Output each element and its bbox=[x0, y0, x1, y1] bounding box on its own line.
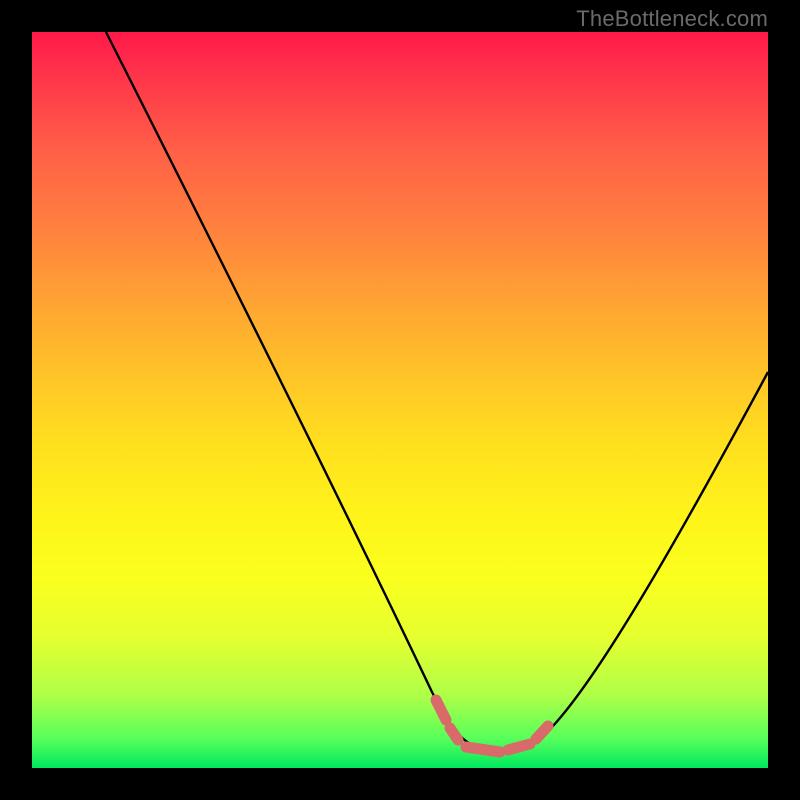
highlight-dash bbox=[466, 747, 500, 752]
highlight-group bbox=[436, 700, 548, 752]
highlight-dash bbox=[436, 700, 446, 720]
bottleneck-curve-path bbox=[106, 32, 768, 751]
chart-frame: TheBottleneck.com bbox=[0, 0, 800, 800]
highlight-dash bbox=[508, 744, 530, 750]
plot-area bbox=[32, 32, 768, 768]
highlight-dash bbox=[450, 728, 458, 740]
highlight-dash bbox=[536, 726, 548, 739]
watermark-text: TheBottleneck.com bbox=[576, 6, 768, 32]
curve-svg bbox=[32, 32, 768, 768]
